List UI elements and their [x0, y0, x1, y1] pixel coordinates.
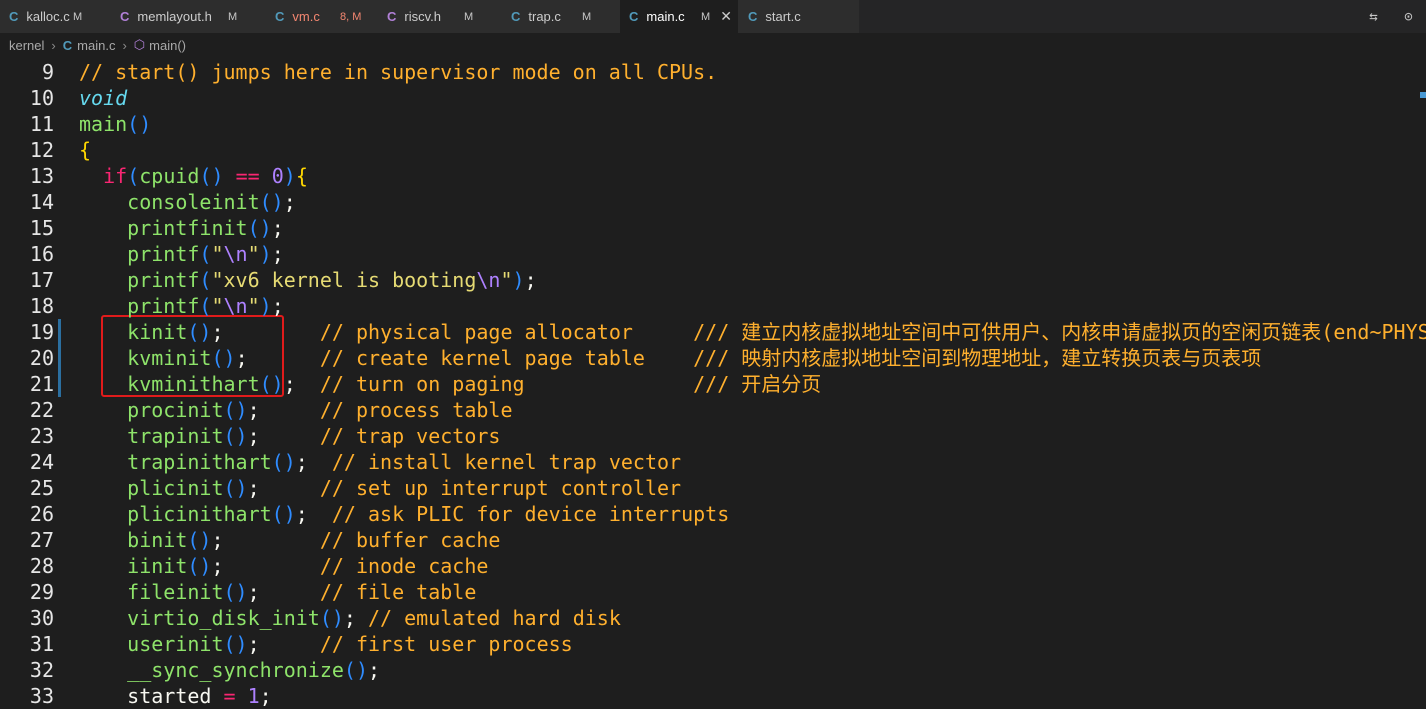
line-number: 17	[29, 268, 54, 292]
tab-main-c[interactable]: Cmain.c M ✕	[620, 0, 739, 33]
code-text: printf("xv6 kernel is booting\n");	[127, 268, 537, 292]
code-text: printfinit();	[127, 216, 284, 240]
chevron-right-icon: ›	[122, 37, 127, 53]
breadcrumb-symbol[interactable]: main()	[149, 38, 186, 53]
git-modified-indicator[interactable]	[58, 371, 61, 397]
code-text: kvminit(); // create kernel page table /…	[127, 346, 1262, 370]
line-number: 30	[29, 606, 54, 630]
c-file-icon: C	[275, 9, 285, 24]
line-number: 28	[29, 554, 54, 578]
line-number: 22	[29, 398, 54, 422]
code-text: if(cpuid() == 0){	[103, 164, 308, 188]
c-file-icon: C	[748, 9, 758, 24]
code-text: kinit(); // physical page allocator /// …	[127, 320, 1426, 344]
tab-label: vm.c	[292, 9, 320, 24]
line-number: 25	[29, 476, 54, 500]
tab-label: trap.c	[528, 9, 561, 24]
line-number: 21	[29, 372, 54, 396]
breadcrumb-folder[interactable]: kernel	[9, 38, 44, 53]
code-text: virtio_disk_init(); // emulated hard dis…	[127, 606, 621, 630]
code-text: printf("\n");	[127, 242, 284, 266]
tab-status-badge: 8, M	[340, 10, 362, 23]
code-text: trapinithart(); // install kernel trap v…	[127, 450, 682, 474]
line-number: 27	[29, 528, 54, 552]
editor-tab-bar: Ckalloc.c M Cmemlayout.h M Cvm.c 8, M Criscv.h…	[0, 0, 1426, 33]
line-number: 23	[29, 424, 54, 448]
tab-riscv-h[interactable]: Criscv.h M	[378, 0, 502, 33]
code-text: procinit(); // process table	[127, 398, 513, 422]
tab-status-badge: M	[73, 10, 83, 23]
symbol-method-icon: ⬡	[133, 37, 146, 52]
code-text: plicinithart(); // ask PLIC for device i…	[127, 502, 730, 526]
code-text: userinit(); // first user process	[127, 632, 573, 656]
line-number: 26	[29, 502, 54, 526]
line-number: 11	[29, 112, 54, 136]
line-number: 19	[29, 320, 54, 344]
git-modified-indicator[interactable]	[58, 345, 61, 371]
tab-label: start.c	[765, 9, 801, 24]
timeline-icon[interactable]: ⊙	[1404, 9, 1412, 25]
tab-status-badge: M	[228, 10, 238, 23]
code-text: trapinit(); // trap vectors	[127, 424, 501, 448]
code-text: __sync_synchronize();	[127, 658, 381, 682]
line-number: 12	[29, 138, 54, 162]
line-number: 24	[29, 450, 54, 474]
breadcrumb-file[interactable]: main.c	[77, 38, 115, 53]
c-file-icon: C	[9, 9, 19, 24]
c-file-icon: C	[387, 9, 397, 24]
breadcrumb: kernel › C main.c › ⬡ main()	[0, 33, 1426, 57]
line-number: 33	[29, 684, 54, 708]
code-text: main()	[79, 112, 152, 136]
tab-label: memlayout.h	[137, 9, 212, 24]
c-file-icon: C	[120, 9, 130, 24]
code-text: kvminithart(); // turn on paging /// 开启分…	[127, 372, 822, 396]
line-number: 18	[29, 294, 54, 318]
tab-vm-c[interactable]: Cvm.c 8, M	[266, 0, 378, 33]
code-text: iinit(); // inode cache	[127, 554, 489, 578]
c-file-icon: C	[629, 9, 639, 24]
tab-trap-c[interactable]: Ctrap.c M	[502, 0, 620, 33]
line-number: 16	[29, 242, 54, 266]
code-editor[interactable]: 9 // start() jumps here in supervisor mod…	[0, 59, 1426, 709]
editor-actions: ⇆ ⊙	[1356, 0, 1426, 33]
tab-label: kalloc.c	[26, 9, 70, 24]
line-number: 13	[29, 164, 54, 188]
code-text: binit(); // buffer cache	[127, 528, 501, 552]
line-number: 32	[29, 658, 54, 682]
tab-label: riscv.h	[404, 9, 441, 24]
line-number: 9	[41, 60, 54, 84]
code-text: // start() jumps here in supervisor mode…	[79, 60, 718, 84]
open-changes-icon[interactable]: ⇆	[1369, 9, 1377, 25]
code-text: {	[79, 138, 92, 162]
code-text: consoleinit();	[127, 190, 296, 214]
line-number: 10	[29, 86, 54, 110]
c-file-icon: C	[62, 37, 73, 53]
code-text: started = 1;	[79, 684, 272, 708]
tab-label: main.c	[646, 9, 685, 24]
code-text: plicinit(); // set up interrupt controll…	[127, 476, 682, 500]
line-number: 14	[29, 190, 54, 214]
line-number: 15	[29, 216, 54, 240]
code-text: printf("\n");	[127, 294, 284, 318]
code-text: void	[79, 86, 128, 110]
tab-kalloc-c[interactable]: Ckalloc.c M	[0, 0, 111, 33]
line-number: 20	[29, 346, 54, 370]
close-icon[interactable]: ✕	[720, 8, 732, 25]
tab-status-badge: M	[701, 10, 711, 23]
line-number: 29	[29, 580, 54, 604]
scrollbar-marker[interactable]	[1420, 92, 1426, 98]
tab-memlayout-h[interactable]: Cmemlayout.h M	[111, 0, 266, 33]
c-file-icon: C	[511, 9, 521, 24]
tab-status-badge: M	[582, 10, 592, 23]
tab-status-badge: M	[464, 10, 474, 23]
line-number: 31	[29, 632, 54, 656]
git-modified-indicator[interactable]	[58, 319, 61, 345]
chevron-right-icon: ›	[51, 37, 56, 53]
tab-start-c[interactable]: Cstart.c	[739, 0, 859, 33]
code-text: fileinit(); // file table	[127, 580, 477, 604]
